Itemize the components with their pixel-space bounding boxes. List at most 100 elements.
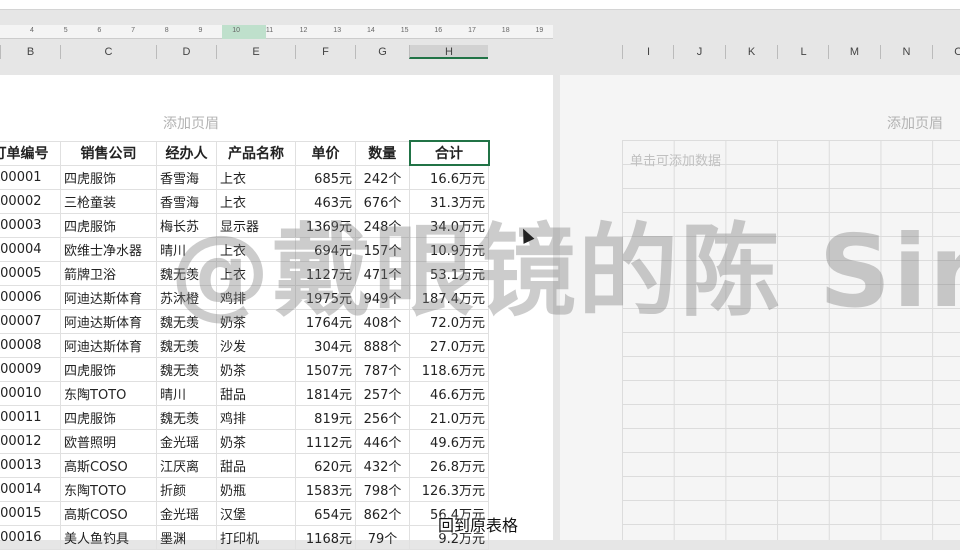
column-title[interactable]: 数量 bbox=[355, 140, 410, 166]
table-cell[interactable]: XL00006 bbox=[0, 284, 61, 310]
column-header-C[interactable]: C bbox=[60, 45, 156, 59]
column-header-O[interactable]: O bbox=[932, 45, 960, 59]
table-cell[interactable]: 798个 bbox=[355, 476, 410, 502]
table-cell[interactable]: 东陶TOTO bbox=[60, 380, 157, 406]
column-header-E[interactable]: E bbox=[216, 45, 295, 59]
table-cell[interactable]: 打印机 bbox=[216, 524, 296, 550]
column-header-J[interactable]: J bbox=[673, 45, 725, 59]
table-cell[interactable]: 墨渊 bbox=[156, 524, 217, 550]
table-cell[interactable]: XL00001 bbox=[0, 164, 61, 190]
table-cell[interactable]: 16.6万元 bbox=[409, 164, 489, 190]
table-cell[interactable]: 27.0万元 bbox=[409, 332, 489, 358]
table-cell[interactable]: XL00015 bbox=[0, 500, 61, 526]
table-cell[interactable]: 1814元 bbox=[295, 380, 356, 406]
table-cell[interactable]: 1112元 bbox=[295, 428, 356, 454]
table-cell[interactable]: 787个 bbox=[355, 356, 410, 382]
table-cell[interactable]: 三枪童装 bbox=[60, 188, 157, 214]
table-cell[interactable]: 四虎服饰 bbox=[60, 356, 157, 382]
table-cell[interactable]: 金光瑶 bbox=[156, 428, 217, 454]
column-header-L[interactable]: L bbox=[777, 45, 829, 59]
column-title[interactable]: 订单编号 bbox=[0, 140, 61, 166]
table-cell[interactable]: 819元 bbox=[295, 404, 356, 430]
table-cell[interactable]: 432个 bbox=[355, 452, 410, 478]
table-cell[interactable]: XL00016 bbox=[0, 524, 61, 550]
table-cell[interactable]: 金光瑶 bbox=[156, 500, 217, 526]
table-cell[interactable]: 高斯COSO bbox=[60, 500, 157, 526]
table-cell[interactable]: 鸡排 bbox=[216, 404, 296, 430]
horizontal-ruler[interactable]: 4 5 6 7 8 9 10 11 12 13 14 15 16 17 18 19 bbox=[0, 25, 553, 39]
table-cell[interactable]: 晴川 bbox=[156, 380, 217, 406]
table-cell[interactable]: 阿迪达斯体育 bbox=[60, 284, 157, 310]
table-cell[interactable]: 阿迪达斯体育 bbox=[60, 308, 157, 334]
table-cell[interactable]: 沙发 bbox=[216, 332, 296, 358]
table-cell[interactable]: 汉堡 bbox=[216, 500, 296, 526]
table-cell[interactable]: XL00010 bbox=[0, 380, 61, 406]
table-cell[interactable]: 阿迪达斯体育 bbox=[60, 332, 157, 358]
table-cell[interactable]: 118.6万元 bbox=[409, 356, 489, 382]
table-cell[interactable]: 奶瓶 bbox=[216, 476, 296, 502]
column-header-G[interactable]: G bbox=[355, 45, 409, 59]
table-cell[interactable]: 箭牌卫浴 bbox=[60, 260, 157, 286]
table-cell[interactable]: XL00004 bbox=[0, 236, 61, 262]
table-cell[interactable]: XL00007 bbox=[0, 308, 61, 334]
column-title[interactable]: 销售公司 bbox=[60, 140, 157, 166]
table-cell[interactable]: 高斯COSO bbox=[60, 452, 157, 478]
table-cell[interactable]: 欧维士净水器 bbox=[60, 236, 157, 262]
table-cell[interactable]: 46.6万元 bbox=[409, 380, 489, 406]
column-title[interactable]: 产品名称 bbox=[216, 140, 296, 166]
add-header-placeholder[interactable]: 添加页眉 bbox=[163, 113, 219, 133]
column-header-H[interactable]: H bbox=[409, 45, 488, 59]
table-cell[interactable]: 上衣 bbox=[216, 164, 296, 190]
table-cell[interactable]: 四虎服饰 bbox=[60, 212, 157, 238]
table-cell[interactable]: 26.8万元 bbox=[409, 452, 489, 478]
column-header-D[interactable]: D bbox=[156, 45, 216, 59]
table-cell[interactable]: 654元 bbox=[295, 500, 356, 526]
table-cell[interactable]: XL00014 bbox=[0, 476, 61, 502]
table-cell[interactable]: 685元 bbox=[295, 164, 356, 190]
column-header-K[interactable]: K bbox=[725, 45, 777, 59]
table-cell[interactable]: 折颜 bbox=[156, 476, 217, 502]
click-add-data-hint[interactable]: 单击可添加数据 bbox=[630, 150, 721, 169]
column-title[interactable]: 经办人 bbox=[156, 140, 217, 166]
table-cell[interactable]: 1168元 bbox=[295, 524, 356, 550]
table-cell[interactable]: 甜品 bbox=[216, 380, 296, 406]
column-header-M[interactable]: M bbox=[828, 45, 880, 59]
column-header-I[interactable]: I bbox=[622, 45, 674, 59]
table-cell[interactable]: 126.3万元 bbox=[409, 476, 489, 502]
table-cell[interactable]: 49.6万元 bbox=[409, 428, 489, 454]
table-cell[interactable]: XL00009 bbox=[0, 356, 61, 382]
table-cell[interactable]: 江厌离 bbox=[156, 452, 217, 478]
table-cell[interactable]: XL00011 bbox=[0, 404, 61, 430]
table-cell[interactable]: 862个 bbox=[355, 500, 410, 526]
table-cell[interactable]: 21.0万元 bbox=[409, 404, 489, 430]
table-cell[interactable]: 魏无羡 bbox=[156, 332, 217, 358]
add-header-placeholder-right[interactable]: 添加页眉 bbox=[887, 113, 943, 133]
table-cell[interactable]: XL00005 bbox=[0, 260, 61, 286]
table-cell[interactable]: 1583元 bbox=[295, 476, 356, 502]
table-cell[interactable]: 四虎服饰 bbox=[60, 164, 157, 190]
table-cell[interactable]: 魏无羡 bbox=[156, 404, 217, 430]
table-cell[interactable]: XL00008 bbox=[0, 332, 61, 358]
table-cell[interactable]: XL00002 bbox=[0, 188, 61, 214]
table-cell[interactable]: XL00013 bbox=[0, 452, 61, 478]
table-cell[interactable]: 242个 bbox=[355, 164, 410, 190]
table-cell[interactable]: 魏无羡 bbox=[156, 356, 217, 382]
table-cell[interactable]: 欧普照明 bbox=[60, 428, 157, 454]
table-cell[interactable]: 香雪海 bbox=[156, 164, 217, 190]
table-cell[interactable]: XL00003 bbox=[0, 212, 61, 238]
column-header-F[interactable]: F bbox=[295, 45, 355, 59]
table-cell[interactable]: 888个 bbox=[355, 332, 410, 358]
table-cell[interactable]: 甜品 bbox=[216, 452, 296, 478]
table-cell[interactable]: 四虎服饰 bbox=[60, 404, 157, 430]
table-cell[interactable]: 奶茶 bbox=[216, 356, 296, 382]
table-cell[interactable]: 东陶TOTO bbox=[60, 476, 157, 502]
table-cell[interactable]: 446个 bbox=[355, 428, 410, 454]
table-cell[interactable]: 257个 bbox=[355, 380, 410, 406]
table-cell[interactable]: 304元 bbox=[295, 332, 356, 358]
table-cell[interactable]: 奶茶 bbox=[216, 428, 296, 454]
table-cell[interactable]: XL00012 bbox=[0, 428, 61, 454]
column-title[interactable]: 合计 bbox=[408, 140, 490, 166]
column-header-N[interactable]: N bbox=[880, 45, 932, 59]
column-header-B[interactable]: B bbox=[0, 45, 60, 59]
table-cell[interactable]: 620元 bbox=[295, 452, 356, 478]
